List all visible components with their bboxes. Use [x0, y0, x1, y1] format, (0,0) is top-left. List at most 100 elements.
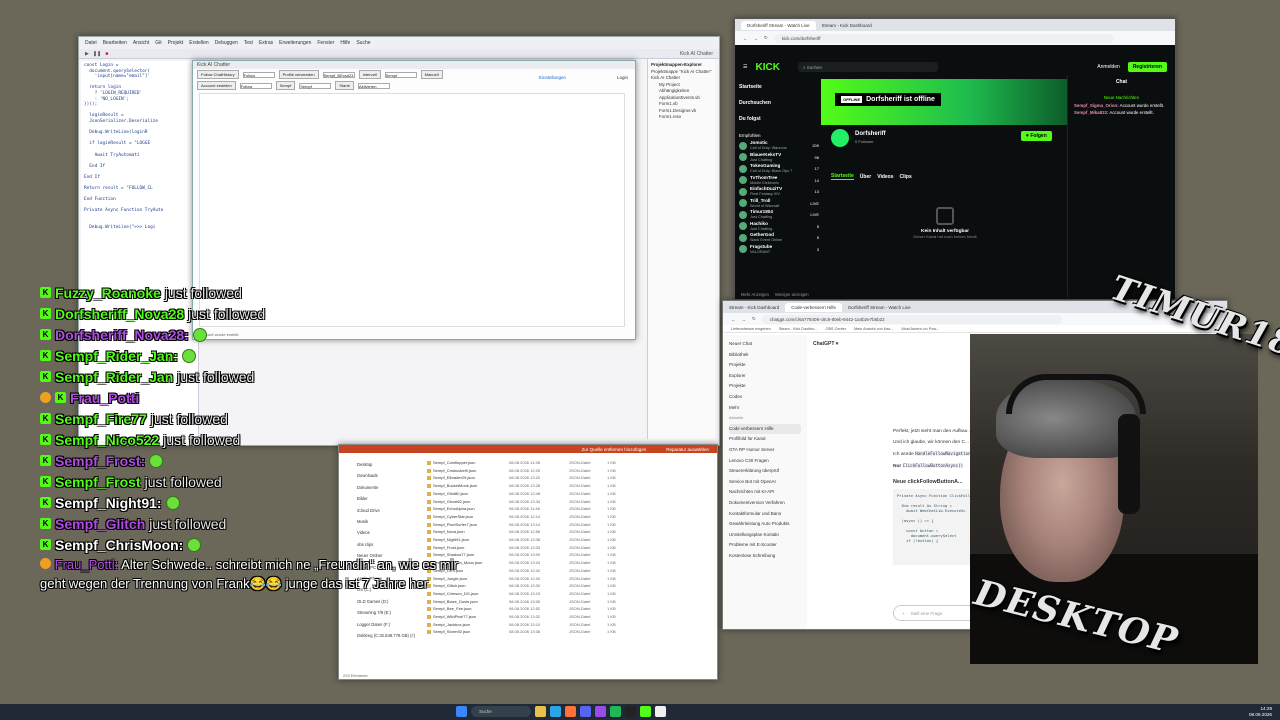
recommended-channel[interactable]: BlauerKeksTV Just Chatting 96 [739, 152, 819, 164]
control-2[interactable]: Sempf [275, 81, 296, 90]
nav-browse[interactable]: Durchsuchen [739, 95, 819, 111]
menu-item[interactable]: Suche [356, 40, 370, 46]
file-list[interactable]: Sempf_Coinflopper.json 08.08.2026 11:38 JS… [427, 459, 713, 667]
sidebar-item[interactable]: Bibliothek [729, 350, 801, 361]
menu-item[interactable]: Git [155, 40, 161, 46]
recommended-channel[interactable]: Fragstube VALORANT 3 [739, 244, 819, 256]
vs-pause-icon[interactable]: ❚❚ [93, 51, 101, 57]
nav-following[interactable]: Du folgst [739, 111, 819, 127]
recent-chat[interactable]: Nachrichten mit KI-API [729, 487, 801, 498]
recent-chat[interactable]: Steuererklärung überprüf [729, 466, 801, 477]
follow-button[interactable]: ♥ Folgen [1021, 131, 1052, 141]
recent-chat[interactable]: Kostenlose Schreibung [729, 551, 801, 562]
chatgpt-sidebar[interactable]: Neuer Chat Bibliothek Projekte Explorer Proj… [723, 335, 807, 629]
solution-item[interactable]: Form1.resx [651, 114, 712, 121]
control-5[interactable]: Aktivieren [357, 82, 390, 89]
menu-item[interactable]: Datei [85, 40, 97, 46]
recent-chat[interactable]: Dokumentversion Verfahren [729, 498, 801, 509]
file-row[interactable]: Sempf_CyberStar.json 08.08.2026 12:14 JSON… [427, 513, 713, 521]
control-1[interactable]: Follow [242, 71, 275, 78]
back-icon[interactable]: ← [743, 36, 748, 41]
register-button[interactable]: Registrieren [1127, 62, 1167, 72]
file-row[interactable]: Sempf_Glitch.json 08.08.2026 13:30 JSON-Da… [427, 582, 713, 590]
channel-avatar[interactable] [831, 129, 849, 147]
file-row[interactable]: Sempf_Bee_Fire.json 08.08.2026 12:52 JSON-… [427, 605, 713, 613]
recent-chat[interactable]: GTA RP Humor Server [729, 445, 801, 456]
file-row[interactable]: Sempf_Nova.json 08.08.2026 12:56 JSON-Date… [427, 528, 713, 536]
tab-dorfsheriff[interactable]: Dorfsheriff Stream - Watch Live [848, 305, 911, 310]
settings-link[interactable]: Einstellungen [539, 75, 566, 80]
kick-search[interactable]: ⌕ Suchen [797, 62, 938, 72]
forward-icon[interactable]: → [742, 317, 747, 322]
recent-chat[interactable]: Gewährleistung Auto Produkts [729, 519, 801, 530]
control-3[interactable]: Sempf [299, 82, 332, 89]
file-row[interactable]: Sempf_WildPixel77.json 08.08.2026 13:32 JS… [427, 613, 713, 621]
clock[interactable]: 14:29 08.08.2026 [1249, 706, 1272, 718]
sidebar-item[interactable]: Codex [729, 392, 801, 403]
spotify-icon[interactable] [610, 706, 621, 717]
file-row[interactable]: Sempf_Elbrader29.json 08.08.2026 13:20 JSO… [427, 474, 713, 482]
vs-icon[interactable] [595, 706, 606, 717]
file-row[interactable]: Sempf_Night91.json 08.08.2026 13:36 JSON-D… [427, 536, 713, 544]
firefox-icon[interactable] [565, 706, 576, 717]
file-row[interactable]: Sempf_Jungle.json 08.08.2026 12:20 JSON-Da… [427, 575, 713, 583]
recent-chat[interactable]: Profilbild für Kanal [729, 434, 801, 445]
recent-chat[interactable]: Lenovo C30 Fragen [729, 456, 801, 467]
file-row[interactable]: Sempf_Coinflopper.json 08.08.2026 11:38 JS… [427, 459, 713, 467]
file-row[interactable]: Sempf_Blaze_Dusts.json 08.08.2026 13:06 JS… [427, 598, 713, 606]
url-field[interactable]: chatgpt.com/c/6a778406-c8c8-80eb-8442-1a… [761, 314, 1062, 324]
file-row[interactable]: Sempf_BucketMonk.json 08.08.2026 13:28 JSO… [427, 482, 713, 490]
control-0[interactable]: Account erstellen [197, 81, 236, 90]
control-1[interactable]: Follow [239, 82, 272, 89]
reload-icon[interactable]: ↻ [764, 35, 768, 41]
sidebar-item[interactable]: Projekte [729, 360, 801, 371]
control-4[interactable]: Starte [335, 81, 354, 90]
sidebar-item[interactable]: Explorer [729, 371, 801, 382]
control-5[interactable]: Sempf [384, 71, 417, 78]
file-row[interactable]: Sempf_Jackbox.json 08.08.2026 13:10 JSON-D… [427, 621, 713, 629]
file-row[interactable]: Sempf_Crimson_DG.json 08.08.2026 13:15 JSO… [427, 590, 713, 598]
forward-icon[interactable]: → [754, 36, 759, 41]
file-row[interactable]: Sempf_Shadow77.json 08.08.2026 13:09 JSON-… [427, 551, 713, 559]
tab-clips[interactable]: Clips [900, 174, 912, 180]
file-row[interactable]: Sempf_Crimson_Moon.json 08.08.2026 13:24 J… [427, 559, 713, 567]
vs-play-icon[interactable]: ▶ [85, 51, 89, 57]
bookmark[interactable]: Steam - Kick Dashbo... [779, 327, 818, 331]
tab-dorfsheriff[interactable]: Dorfsheriff Stream - Watch Live [741, 20, 816, 30]
file-row[interactable]: Sempf_PixelSurfer7.json 08.08.2026 13:14 J… [427, 521, 713, 529]
url-field[interactable]: kick.com/dorfsheriff [773, 33, 1114, 43]
menu-item[interactable]: Debuggen [215, 40, 238, 46]
menu-item[interactable]: Extras [259, 40, 273, 46]
action-repair[interactable]: Reparatur auswählen [666, 447, 709, 452]
file-row[interactable]: Sempf_Crisbucket9.json 08.08.2026 12:25 JS… [427, 467, 713, 475]
reload-icon[interactable]: ↻ [752, 316, 756, 322]
sidebar-item[interactable]: Projekte [729, 381, 801, 392]
menu-icon[interactable]: ☰ [743, 64, 747, 70]
kick-icon[interactable] [640, 706, 651, 717]
recommended-channel[interactable]: Timur1804 Just Chatting LIVE [739, 209, 819, 221]
sidebar-item[interactable]: Neuer Chat [729, 339, 801, 350]
bookmark[interactable]: Mein Ansicht von Kas... [854, 327, 893, 331]
control-2[interactable]: Profile verwenden [278, 70, 319, 79]
recommended-channel[interactable]: Jomotic Call of Duty: Warzone 209 [739, 140, 819, 152]
file-row[interactable]: Sempf_EchoAlpha.json 08.08.2026 11:48 JSON… [427, 505, 713, 513]
recent-chat[interactable]: Code verbessern Hilfe [729, 423, 801, 435]
kick-browser-window[interactable]: Dorfsheriff Stream - Watch Live Stream -… [734, 18, 1176, 300]
show-more-link[interactable]: Mehr Anzeigen [741, 292, 769, 297]
chrome-icon[interactable] [655, 706, 666, 717]
tab-code-help[interactable]: Code-verbessern Hilfe [785, 302, 843, 312]
control-4[interactable]: Intervall [358, 70, 381, 79]
obs-icon[interactable] [625, 706, 636, 717]
show-less-link[interactable]: Weniger anzeigen [775, 292, 809, 297]
tab-dashboard[interactable]: Stream - Kick Dashboard [729, 305, 779, 310]
tab-videos[interactable]: Videos [877, 174, 893, 180]
control-0[interactable]: Follow ChatHistory [197, 70, 239, 79]
menu-item[interactable]: Test [244, 40, 253, 46]
folder-icon[interactable] [535, 706, 546, 717]
menu-item[interactable]: Erstellen [189, 40, 208, 46]
file-row[interactable]: Sempf_Frost.json 08.08.2026 13:33 JSON-Dat… [427, 544, 713, 552]
menu-item[interactable]: Erweiterungen [279, 40, 311, 46]
back-icon[interactable]: ← [731, 317, 736, 322]
nav-item[interactable]: Streaming 7/8 (E:) [357, 607, 423, 618]
action-add-source[interactable]: Zur Quelle entfernen hinzufügen [582, 447, 647, 452]
